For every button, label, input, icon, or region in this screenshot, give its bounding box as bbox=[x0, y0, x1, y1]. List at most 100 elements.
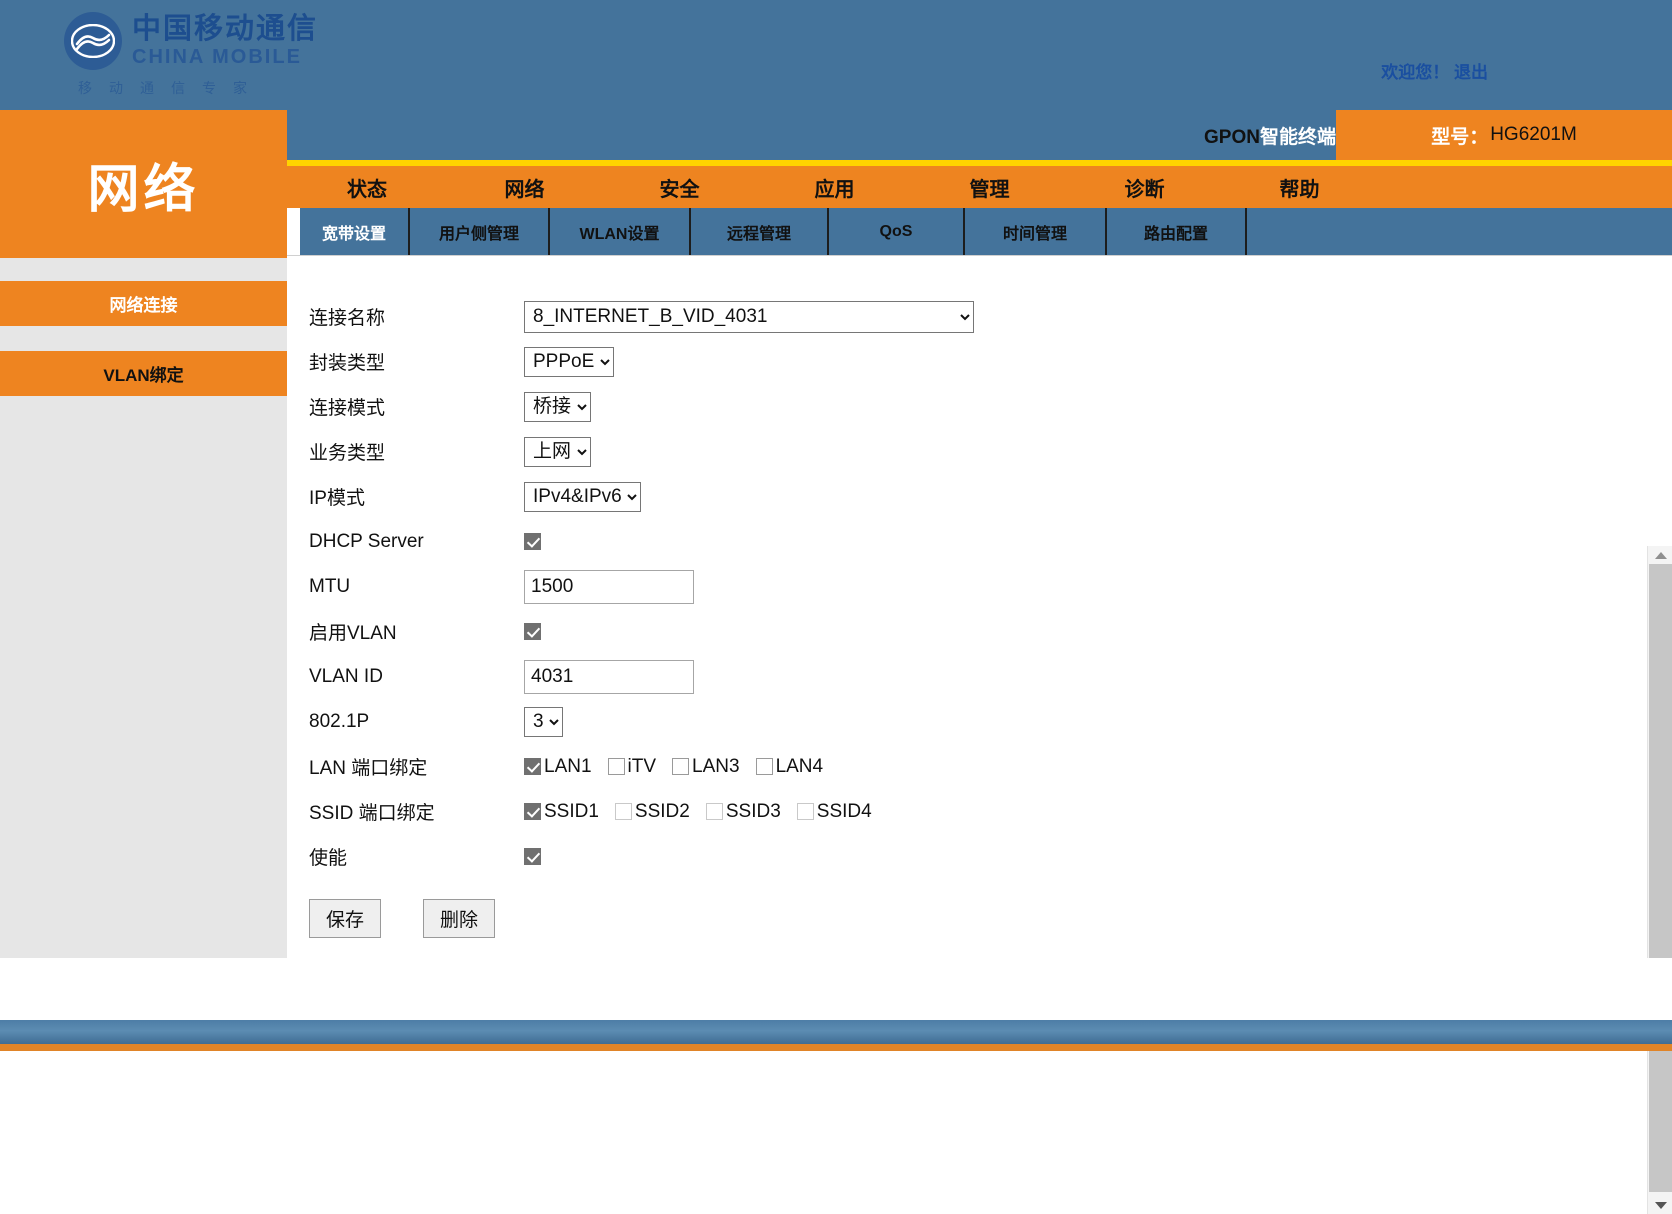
label-mtu: MTU bbox=[309, 576, 524, 598]
row-ip-mode: IP模式 IPv4&IPv6 bbox=[309, 474, 1527, 519]
sidebar-item-label: 网络连接 bbox=[110, 291, 178, 316]
top-banner: 中国移动通信 CHINA MOBILE 移动通信专家 欢迎您！ 退出 bbox=[0, 0, 1672, 110]
model-label: 型号： bbox=[1431, 122, 1488, 149]
content-area: 连接名称 8_INTERNET_B_VID_4031 封装类型 PPPoE 连接… bbox=[287, 255, 1672, 958]
welcome-area: 欢迎您！ 退出 bbox=[1381, 58, 1488, 83]
label-enable-vlan: 启用VLAN bbox=[309, 618, 524, 645]
mtu-input[interactable] bbox=[524, 570, 694, 604]
nav-item-help[interactable]: 帮助 bbox=[1222, 173, 1377, 202]
lan-port-item: LAN3 bbox=[672, 756, 740, 778]
nav-item-status[interactable]: 状态 bbox=[287, 173, 447, 202]
nav-item-security[interactable]: 安全 bbox=[602, 173, 757, 202]
main-nav: 状态 网络 安全 应用 管理 诊断 帮助 bbox=[287, 166, 1672, 208]
content-scrollbar[interactable] bbox=[1647, 546, 1672, 1214]
model-value: HG6201M bbox=[1490, 124, 1577, 146]
label-dhcp-server: DHCP Server bbox=[309, 531, 524, 553]
nav-item-management[interactable]: 管理 bbox=[912, 173, 1067, 202]
ssid1-checkbox[interactable] bbox=[524, 803, 541, 820]
logo-chinese-text: 中国移动通信 bbox=[132, 15, 318, 44]
sidebar-title-text: 网络 bbox=[87, 147, 199, 222]
dot1p-select[interactable]: 3 bbox=[524, 707, 563, 737]
label-ssid-port-binding: SSID 端口绑定 bbox=[309, 798, 524, 825]
sidebar-title: 网络 bbox=[0, 110, 287, 258]
label-vlan-id: VLAN ID bbox=[309, 666, 524, 688]
tab-time-management[interactable]: 时间管理 bbox=[965, 208, 1107, 255]
logo-english-text: CHINA MOBILE bbox=[132, 47, 318, 67]
itv-label[interactable]: iTV bbox=[628, 756, 657, 778]
row-dot1p: 802.1P 3 bbox=[309, 699, 1527, 744]
sidebar-item-network-connection[interactable]: 网络连接 bbox=[0, 281, 287, 326]
tab-remote-management[interactable]: 远程管理 bbox=[691, 208, 829, 255]
gpon-suffix: 智能终端 bbox=[1260, 127, 1336, 148]
lan3-label[interactable]: LAN3 bbox=[692, 756, 740, 778]
tab-qos[interactable]: QoS bbox=[829, 208, 965, 255]
ssid3-label[interactable]: SSID3 bbox=[726, 801, 781, 823]
lan-port-item: iTV bbox=[608, 756, 657, 778]
scroll-up-arrow-icon[interactable] bbox=[1648, 546, 1672, 564]
ssid2-checkbox[interactable] bbox=[615, 803, 632, 820]
ssid3-checkbox[interactable] bbox=[706, 803, 723, 820]
ssid2-label[interactable]: SSID2 bbox=[635, 801, 690, 823]
scroll-down-arrow-icon[interactable] bbox=[1648, 1196, 1672, 1214]
footer-accent-strip bbox=[0, 1044, 1672, 1051]
logout-link[interactable]: 退出 bbox=[1454, 63, 1488, 82]
china-mobile-logo-icon bbox=[64, 12, 122, 70]
label-dot1p: 802.1P bbox=[309, 711, 524, 733]
label-lan-port-binding: LAN 端口绑定 bbox=[309, 753, 524, 780]
label-connection-mode: 连接模式 bbox=[309, 393, 524, 420]
tab-user-side-management[interactable]: 用户侧管理 bbox=[410, 208, 550, 255]
lan-port-item: LAN1 bbox=[524, 756, 592, 778]
row-service-type: 业务类型 上网 bbox=[309, 429, 1527, 474]
sidebar: 网络 网络连接 VLAN绑定 bbox=[0, 110, 287, 958]
ssid-port-item: SSID4 bbox=[797, 801, 872, 823]
lan4-label[interactable]: LAN4 bbox=[776, 756, 824, 778]
connection-name-select[interactable]: 8_INTERNET_B_VID_4031 bbox=[524, 301, 974, 333]
label-enable: 使能 bbox=[309, 843, 524, 870]
lan1-checkbox[interactable] bbox=[524, 758, 541, 775]
nav-item-network[interactable]: 网络 bbox=[447, 173, 602, 202]
label-encapsulation-type: 封装类型 bbox=[309, 348, 524, 375]
device-type-label: GPON智能终端 bbox=[1204, 122, 1336, 149]
row-ssid-port-binding: SSID 端口绑定 SSID1 SSID2 SSID3 SSID4 bbox=[309, 789, 1527, 834]
form-actions: 保存 删除 bbox=[309, 899, 1527, 938]
sidebar-item-label: VLAN绑定 bbox=[103, 361, 183, 386]
tab-broadband-settings[interactable]: 宽带设置 bbox=[300, 208, 410, 255]
dhcp-server-checkbox[interactable] bbox=[524, 533, 541, 550]
row-lan-port-binding: LAN 端口绑定 LAN1 iTV LAN3 LAN4 bbox=[309, 744, 1527, 789]
encapsulation-type-select[interactable]: PPPoE bbox=[524, 347, 614, 377]
itv-checkbox[interactable] bbox=[608, 758, 625, 775]
delete-button[interactable]: 删除 bbox=[423, 899, 495, 938]
model-badge: 型号： HG6201M bbox=[1336, 110, 1672, 160]
broadband-settings-form: 连接名称 8_INTERNET_B_VID_4031 封装类型 PPPoE 连接… bbox=[287, 256, 1527, 959]
sub-nav: 宽带设置 用户侧管理 WLAN设置 远程管理 QoS 时间管理 路由配置 bbox=[300, 208, 1672, 255]
ssid1-label[interactable]: SSID1 bbox=[544, 801, 599, 823]
ssid-port-item: SSID3 bbox=[706, 801, 781, 823]
ssid-port-item: SSID2 bbox=[615, 801, 690, 823]
footer-spacer bbox=[0, 958, 1672, 1020]
tab-wlan-settings[interactable]: WLAN设置 bbox=[550, 208, 691, 255]
nav-item-application[interactable]: 应用 bbox=[757, 173, 912, 202]
connection-mode-select[interactable]: 桥接 bbox=[524, 392, 591, 422]
scrollbar-thumb[interactable] bbox=[1649, 564, 1672, 1192]
enable-checkbox[interactable] bbox=[524, 848, 541, 865]
row-mtu: MTU bbox=[309, 564, 1527, 609]
ssid4-label[interactable]: SSID4 bbox=[817, 801, 872, 823]
ssid4-checkbox[interactable] bbox=[797, 803, 814, 820]
enable-vlan-checkbox[interactable] bbox=[524, 623, 541, 640]
footer-bar bbox=[0, 1020, 1672, 1044]
lan1-label[interactable]: LAN1 bbox=[544, 756, 592, 778]
row-connection-name: 连接名称 8_INTERNET_B_VID_4031 bbox=[309, 294, 1527, 339]
ip-mode-select[interactable]: IPv4&IPv6 bbox=[524, 482, 641, 512]
gpon-prefix: GPON bbox=[1204, 127, 1260, 148]
tab-route-config[interactable]: 路由配置 bbox=[1107, 208, 1247, 255]
sidebar-item-vlan-binding[interactable]: VLAN绑定 bbox=[0, 351, 287, 396]
label-service-type: 业务类型 bbox=[309, 438, 524, 465]
row-dhcp-server: DHCP Server bbox=[309, 519, 1527, 564]
service-type-select[interactable]: 上网 bbox=[524, 437, 591, 467]
lan4-checkbox[interactable] bbox=[756, 758, 773, 775]
row-vlan-id: VLAN ID bbox=[309, 654, 1527, 699]
nav-item-diagnostics[interactable]: 诊断 bbox=[1067, 173, 1222, 202]
lan3-checkbox[interactable] bbox=[672, 758, 689, 775]
vlan-id-input[interactable] bbox=[524, 660, 694, 694]
save-button[interactable]: 保存 bbox=[309, 899, 381, 938]
